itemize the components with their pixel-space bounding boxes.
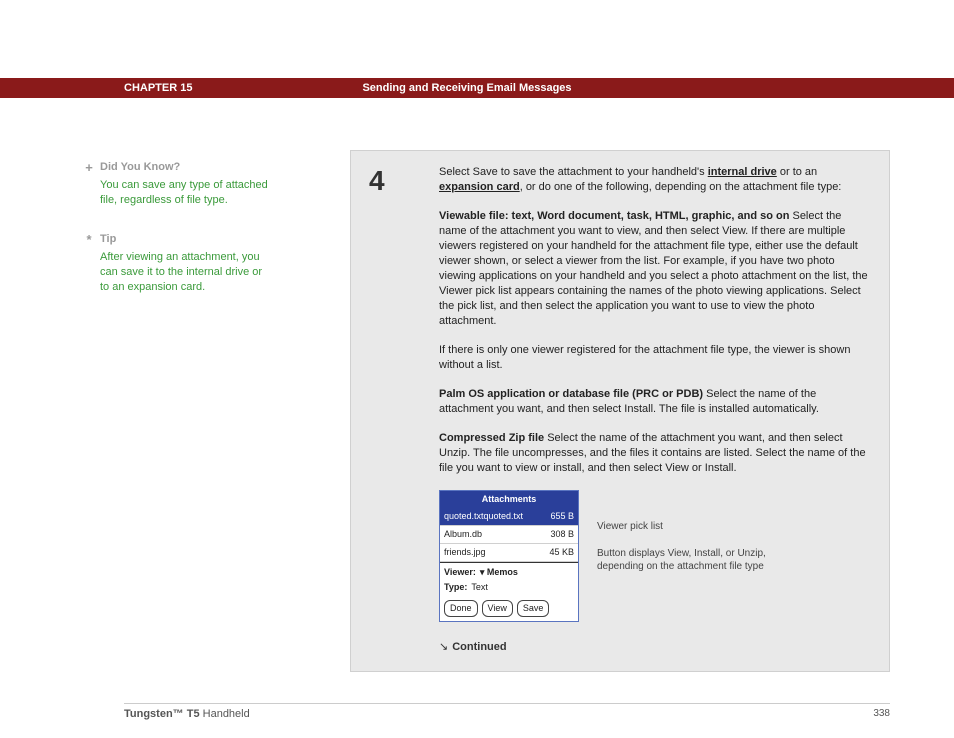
sidebar: + Did You Know? You can save any type of… [100, 160, 270, 319]
list-item[interactable]: friends.jpg 45 KB [440, 544, 578, 562]
chapter-header: CHAPTER 15 Sending and Receiving Email M… [0, 78, 954, 98]
device-figure-row: Attachments quoted.txtquoted.txt 655 B A… [439, 490, 871, 622]
annotation-column: Viewer pick list Button displays View, I… [597, 490, 767, 587]
palm-os-para: Palm OS application or database file (PR… [439, 387, 871, 417]
did-you-know-title: Did You Know? [100, 160, 270, 175]
viewable-file-para: Viewable file: text, Word document, task… [439, 209, 871, 329]
link-internal-drive[interactable]: internal drive [708, 166, 777, 178]
attachment-list: quoted.txtquoted.txt 655 B Album.db 308 … [440, 508, 578, 562]
asterisk-icon: * [82, 232, 96, 247]
chapter-title: Sending and Receiving Email Messages [362, 82, 571, 94]
page-number: 338 [873, 708, 890, 720]
dialog-title: Attachments [440, 491, 578, 508]
link-expansion-card[interactable]: expansion card [439, 181, 520, 193]
step-panel: 4 Select Save to save the attachment to … [350, 150, 890, 672]
chapter-label: CHAPTER 15 [124, 82, 192, 94]
zip-para: Compressed Zip file Select the name of t… [439, 431, 871, 476]
annotation-viewer-picklist: Viewer pick list [597, 520, 767, 533]
did-you-know-text: You can save any type of attached file, … [100, 178, 270, 208]
continued-arrow-icon: ↘ [439, 641, 448, 653]
annotation-button-label: Button displays View, Install, or Unzip,… [597, 547, 767, 573]
save-button[interactable]: Save [517, 600, 550, 617]
step-body: Select Save to save the attachment to yo… [439, 165, 871, 622]
view-button[interactable]: View [482, 600, 513, 617]
tip-title: Tip [100, 232, 270, 247]
viewer-picklist[interactable]: ▾ Memos [480, 565, 518, 580]
step-number: 4 [369, 165, 385, 197]
step-intro: Select Save to save the attachment to yo… [439, 165, 871, 195]
type-value: Text [471, 580, 488, 595]
tip-block: * Tip After viewing an attachment, you c… [100, 232, 270, 295]
product-name: Tungsten™ T5 Handheld [124, 708, 250, 720]
done-button[interactable]: Done [444, 600, 478, 617]
list-item[interactable]: quoted.txtquoted.txt 655 B [440, 508, 578, 526]
continued-label: ↘Continued [439, 640, 871, 653]
attachments-dialog: Attachments quoted.txtquoted.txt 655 B A… [439, 490, 579, 622]
single-viewer-para: If there is only one viewer registered f… [439, 343, 871, 373]
page-footer: Tungsten™ T5 Handheld 338 [124, 703, 890, 720]
plus-icon: + [82, 160, 96, 175]
tip-text: After viewing an attachment, you can sav… [100, 250, 270, 295]
did-you-know-block: + Did You Know? You can save any type of… [100, 160, 270, 208]
dialog-meta: Viewer: ▾ Memos Type: Text [440, 562, 578, 597]
list-item[interactable]: Album.db 308 B [440, 526, 578, 544]
